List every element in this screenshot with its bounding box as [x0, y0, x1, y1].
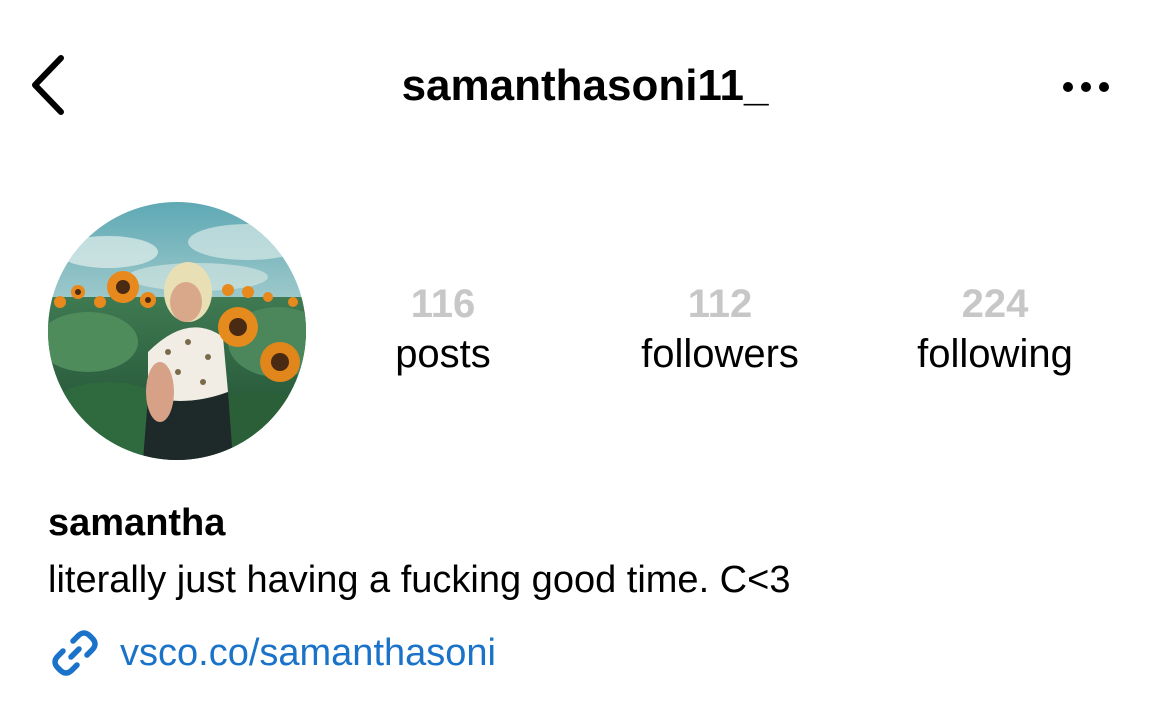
avatar[interactable] — [48, 202, 306, 460]
more-options-button[interactable] — [1060, 70, 1112, 104]
more-horizontal-icon — [1063, 82, 1109, 92]
profile-link-text[interactable]: vsco.co/samanthasoni — [120, 630, 496, 676]
profile-photo — [48, 202, 306, 460]
display-name: samantha — [48, 502, 226, 544]
posts-count: 116 — [410, 282, 476, 326]
following-count: 224 — [961, 282, 1029, 326]
link-icon — [48, 626, 102, 680]
followers-label: followers — [641, 332, 799, 376]
profile-username-title: samanthasoni11_ — [401, 61, 769, 110]
stat-posts[interactable]: 116 posts — [323, 280, 563, 378]
following-label: following — [917, 332, 1073, 376]
profile-link[interactable]: vsco.co/samanthasoni — [48, 626, 496, 680]
stat-following[interactable]: 224 following — [875, 280, 1115, 378]
bio-text: literally just having a fucking good tim… — [48, 559, 791, 601]
posts-label: posts — [395, 332, 491, 376]
stat-followers[interactable]: 112 followers — [600, 280, 840, 378]
followers-count: 112 — [687, 282, 753, 326]
